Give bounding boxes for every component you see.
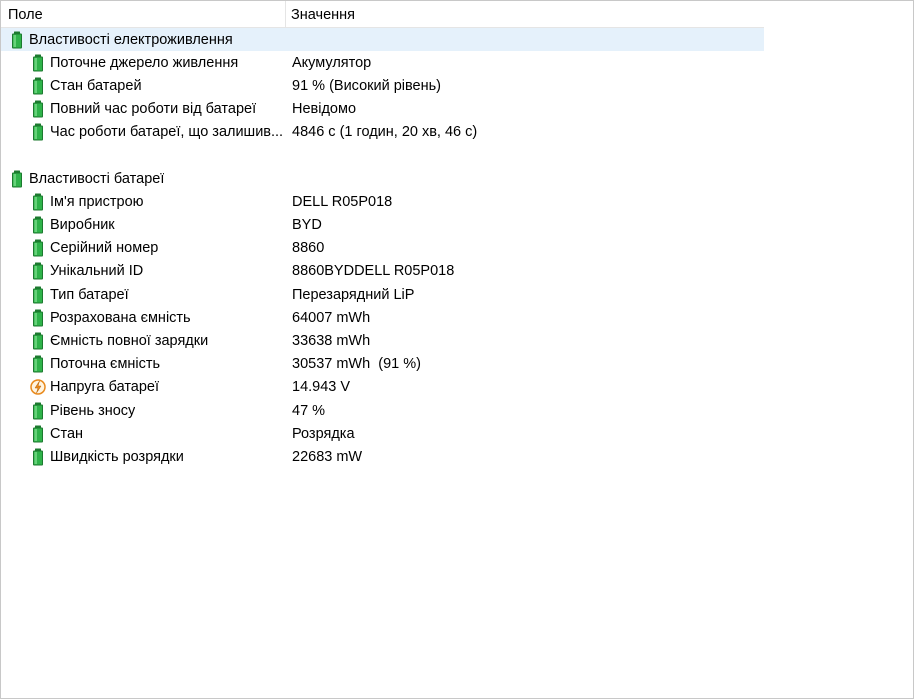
field-value: DELL R05P018: [292, 193, 393, 210]
battery-icon: [30, 309, 46, 327]
battery-icon: [30, 54, 46, 72]
field-label: Швидкість розрядки: [50, 448, 184, 465]
field-value: 64007 mWh: [292, 309, 371, 326]
field-value: BYD: [292, 217, 322, 234]
table-row[interactable]: Повний час роботи від батареї Невідомо: [1, 98, 764, 121]
field-value: Акумулятор: [292, 54, 372, 71]
table-row[interactable]: Стан батарей 91 % (Високий рівень): [1, 74, 764, 97]
battery-icon: [9, 31, 25, 49]
table-row[interactable]: Поточна ємність 30537 mWh (91 %): [1, 353, 764, 376]
table-row[interactable]: Виробник BYD: [1, 214, 764, 237]
group-label: Властивості батареї: [29, 170, 165, 187]
voltage-icon: [30, 378, 46, 396]
field-value: Розрядка: [292, 425, 355, 442]
field-label: Тип батареї: [50, 286, 129, 303]
field-value: 4846 с (1 годин, 20 хв, 46 с): [292, 124, 478, 141]
battery-icon: [9, 170, 25, 188]
field-value: 91 % (Високий рівень): [292, 77, 442, 94]
field-label: Виробник: [50, 217, 115, 234]
table-row[interactable]: Ім'я пристрою DELL R05P018: [1, 190, 764, 213]
field-label: Стан: [50, 425, 84, 442]
table-row[interactable]: Серійний номер 8860: [1, 237, 764, 260]
battery-icon: [30, 77, 46, 95]
field-label: Повний час роботи від батареї: [50, 101, 257, 118]
field-label: Унікальний ID: [50, 263, 144, 280]
field-label: Поточна ємність: [50, 356, 161, 373]
field-value: 30537 mWh (91 %): [292, 356, 421, 373]
table-row[interactable]: Розрахована ємність 64007 mWh: [1, 306, 764, 329]
battery-icon: [30, 402, 46, 420]
table-row[interactable]: Унікальний ID 8860BYDDELL R05P018: [1, 260, 764, 283]
field-value: Перезарядний LiP: [292, 286, 415, 303]
battery-icon: [30, 239, 46, 257]
field-label: Ім'я пристрою: [50, 193, 144, 210]
field-label: Ємність повної зарядки: [50, 333, 209, 350]
battery-icon: [30, 123, 46, 141]
table-row[interactable]: Час роботи батареї, що залишив... 4846 с…: [1, 121, 764, 144]
field-label: Стан батарей: [50, 77, 142, 94]
properties-panel: Поле Значення Властивості електроживленн…: [0, 0, 914, 699]
battery-icon: [30, 262, 46, 280]
group-label: Властивості електроживлення: [29, 31, 233, 48]
battery-icon: [30, 193, 46, 211]
field-value: 22683 mW: [292, 448, 363, 465]
table-row[interactable]: Тип батареї Перезарядний LiP: [1, 283, 764, 306]
group-row-power-properties[interactable]: Властивості електроживлення: [1, 28, 764, 52]
battery-icon: [30, 286, 46, 304]
field-value: 8860BYDDELL R05P018: [292, 263, 455, 280]
field-label: Рівень зносу: [50, 402, 136, 419]
table-row[interactable]: Стан Розрядка: [1, 422, 764, 445]
battery-icon: [30, 448, 46, 466]
group-row-battery-properties[interactable]: Властивості батареї: [1, 167, 764, 190]
property-list: Властивості електроживлення Поточне джер…: [1, 28, 764, 469]
battery-icon: [30, 332, 46, 350]
battery-icon: [30, 355, 46, 373]
column-header-value[interactable]: Значення: [286, 1, 764, 27]
column-header-field[interactable]: Поле: [1, 1, 286, 27]
table-row[interactable]: Напруга батареї 14.943 V: [1, 376, 764, 399]
field-value: 33638 mWh: [292, 333, 371, 350]
table-row[interactable]: Рівень зносу 47 %: [1, 399, 764, 422]
field-value: Невідомо: [292, 101, 357, 118]
battery-icon: [30, 425, 46, 443]
field-value: 8860: [292, 240, 325, 257]
field-value: 14.943 V: [292, 379, 351, 396]
field-label: Напруга батареї: [50, 379, 160, 396]
table-row[interactable]: Швидкість розрядки 22683 mW: [1, 445, 764, 468]
column-header: Поле Значення: [1, 1, 764, 28]
field-label: Поточне джерело живлення: [50, 54, 239, 71]
table-row[interactable]: Поточне джерело живлення Акумулятор: [1, 51, 764, 74]
field-value: 47 %: [292, 402, 326, 419]
field-label: Розрахована ємність: [50, 309, 191, 326]
battery-icon: [30, 216, 46, 234]
field-label: Серійний номер: [50, 240, 159, 257]
field-label: Час роботи батареї, що залишив...: [50, 124, 284, 141]
table-row[interactable]: Ємність повної зарядки 33638 mWh: [1, 329, 764, 352]
battery-icon: [30, 100, 46, 118]
